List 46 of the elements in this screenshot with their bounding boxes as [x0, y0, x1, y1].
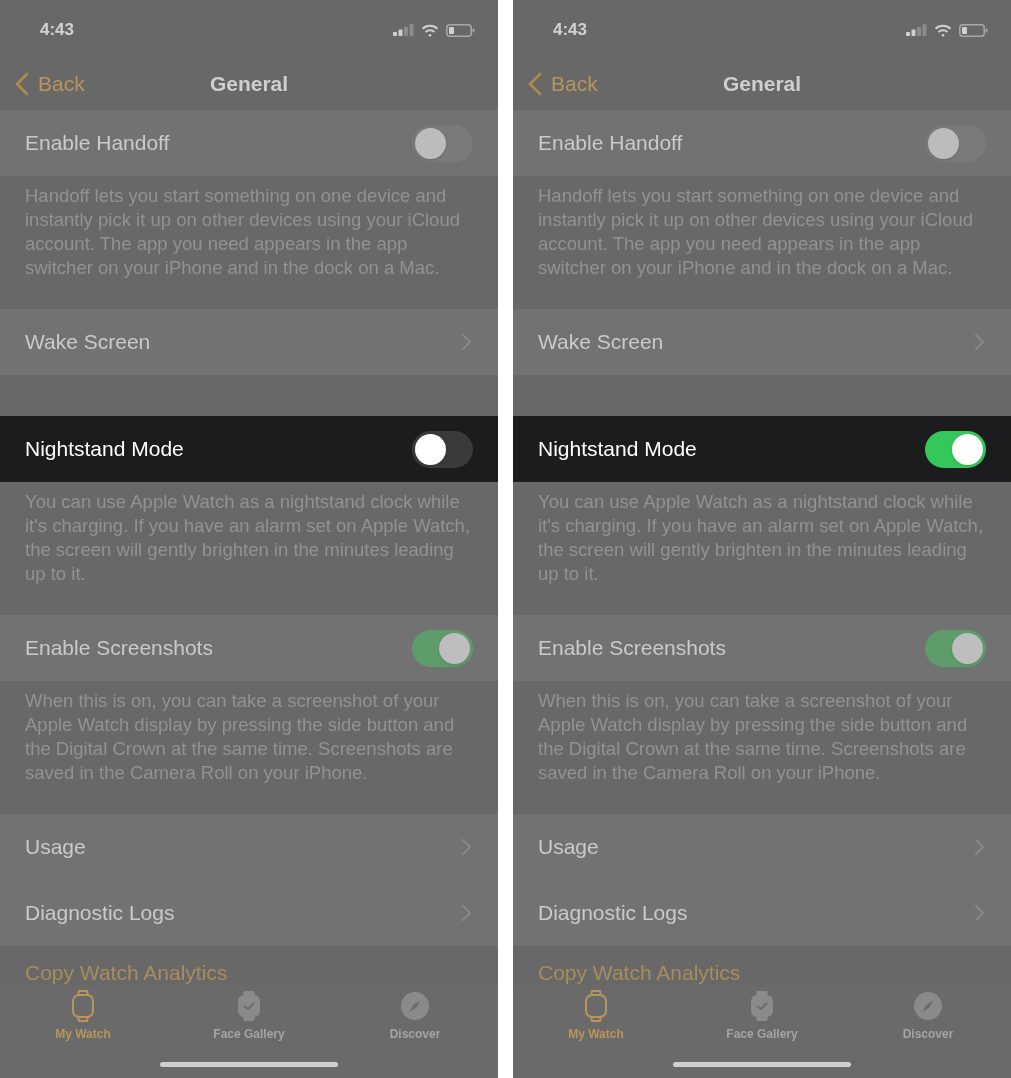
compass-icon: [401, 992, 429, 1020]
tab-bar-item[interactable]: Discover: [332, 990, 498, 1042]
back-button[interactable]: Back: [15, 68, 85, 100]
nav-title: General: [209, 71, 289, 98]
tab-bar-item[interactable]: Face Gallery: [166, 990, 332, 1042]
setting-label: Enable Screenshots: [25, 635, 213, 662]
watch-face-icon: [749, 990, 775, 1022]
toggle-switch[interactable]: [925, 629, 986, 667]
setting-label: Enable Screenshots: [538, 635, 726, 662]
settings-link-row[interactable]: Diagnostic Logs: [513, 880, 1011, 946]
setting-label: Enable Handoff: [538, 130, 683, 157]
tab-bar-item[interactable]: Discover: [845, 990, 1011, 1042]
toggle-switch[interactable]: [412, 629, 473, 667]
watch-face-icon: [236, 990, 262, 1022]
watch-icon: [70, 990, 96, 1022]
wifi-icon: [421, 23, 439, 37]
signal-icon: [393, 24, 414, 36]
action-link[interactable]: Copy Watch Analytics: [25, 960, 228, 986]
nav-title: General: [722, 71, 802, 98]
setting-label: Enable Handoff: [25, 130, 170, 157]
tab-bar-item[interactable]: Face Gallery: [679, 990, 845, 1042]
action-link[interactable]: Copy Watch Analytics: [538, 960, 741, 986]
settings-link-row[interactable]: Wake Screen: [0, 309, 498, 375]
compass-icon: [914, 992, 942, 1020]
tab-bar-item[interactable]: My Watch: [0, 990, 166, 1042]
status-time: 4:43: [40, 20, 75, 40]
wifi-icon: [934, 23, 952, 37]
back-button[interactable]: Back: [528, 68, 598, 100]
settings-link-row[interactable]: Usage: [0, 814, 498, 880]
setting-label: Nightstand Mode: [538, 436, 697, 463]
battery-icon: [959, 23, 988, 37]
settings-link-row[interactable]: Usage: [513, 814, 1011, 880]
settings-link-row[interactable]: Diagnostic Logs: [0, 880, 498, 946]
toggle-switch[interactable]: [412, 124, 473, 162]
toggle-switch[interactable]: [925, 430, 986, 468]
settings-link-row[interactable]: Wake Screen: [513, 309, 1011, 375]
watch-icon: [583, 990, 609, 1022]
toggle-switch[interactable]: [412, 430, 473, 468]
back-chevron-icon: [15, 72, 29, 96]
tab-bar-item[interactable]: My Watch: [513, 990, 679, 1042]
battery-icon: [446, 23, 475, 37]
back-chevron-icon: [528, 72, 542, 96]
signal-icon: [906, 24, 927, 36]
toggle-switch[interactable]: [925, 124, 986, 162]
setting-label: Nightstand Mode: [25, 436, 184, 463]
status-time: 4:43: [553, 20, 588, 40]
